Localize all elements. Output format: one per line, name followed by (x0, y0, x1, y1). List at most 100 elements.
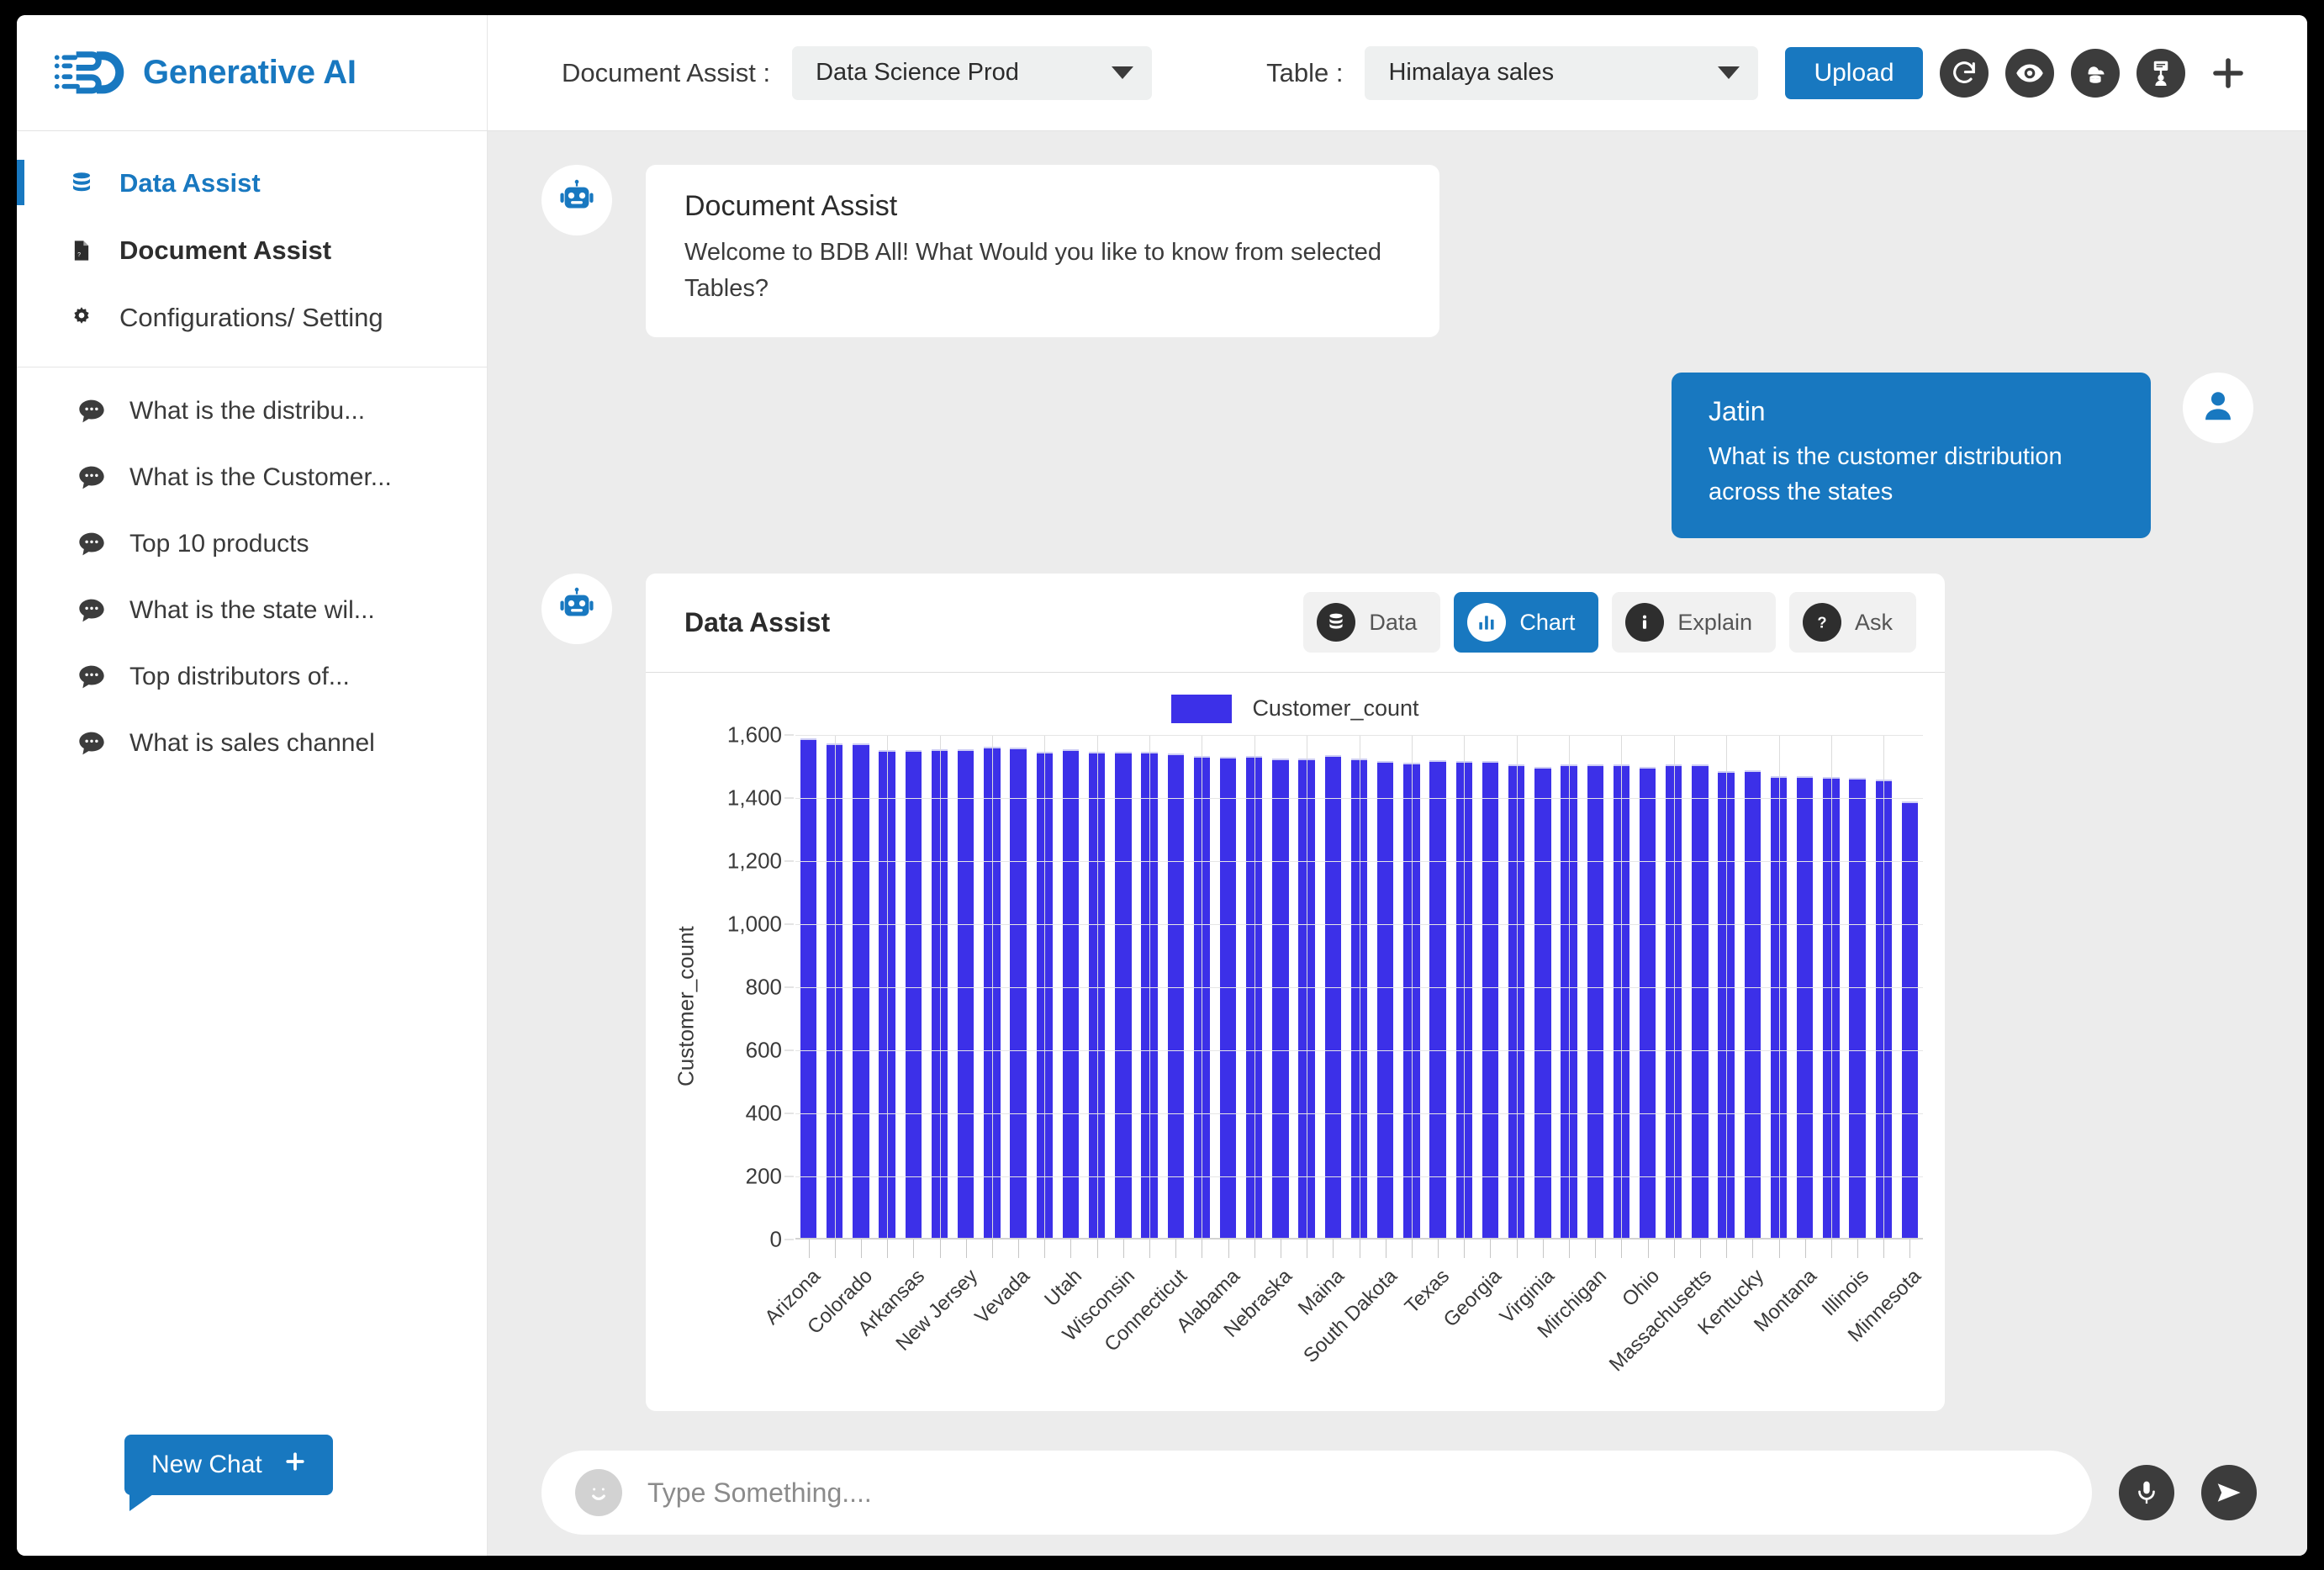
tab-ask[interactable]: ? Ask (1788, 592, 1916, 653)
bar[interactable] (1744, 770, 1761, 1238)
x-axis-tickmark (1490, 1239, 1492, 1258)
plot-area (795, 734, 1923, 1240)
bar[interactable] (1587, 764, 1603, 1238)
smiley-icon[interactable] (575, 1469, 622, 1516)
gridline (795, 797, 1923, 799)
y-axis-tick: 1,600 (726, 722, 795, 748)
bar-cell (1425, 735, 1451, 1238)
bar-cell (1346, 734, 1372, 1238)
bar-cell (1818, 734, 1844, 1238)
vertical-gridline (1673, 734, 1675, 1238)
bar[interactable] (1324, 754, 1341, 1238)
bar[interactable] (1115, 751, 1132, 1238)
list-item[interactable]: What is the Customer... (17, 444, 487, 510)
vertical-gridline (834, 734, 836, 1238)
upload-button[interactable]: Upload (1785, 46, 1923, 99)
tab-label: Chart (1519, 609, 1576, 635)
message-input-wrapper[interactable] (541, 1451, 2092, 1535)
bar[interactable] (1692, 764, 1709, 1238)
x-axis-tickmark (1122, 1239, 1124, 1258)
user-icon (2199, 386, 2237, 429)
chart-legend: Customer_count (668, 694, 1923, 723)
bar-cell (1241, 734, 1267, 1238)
sidebar-item-document-assist[interactable]: ? Document Assist (17, 217, 487, 284)
legend-swatch (1171, 694, 1233, 723)
refresh-icon[interactable] (1939, 48, 1989, 98)
body: Data Assist ? Document Assist Configurat… (17, 131, 2307, 1556)
sidebar-item-data-assist[interactable]: Data Assist (17, 150, 487, 217)
x-axis-tickmark (1516, 1239, 1518, 1258)
y-axis-tick: 800 (745, 974, 795, 1000)
vertical-gridline (1830, 734, 1832, 1238)
bot-message-card: Document Assist Welcome to BDB All! What… (646, 165, 1439, 337)
y-axis-tick: 200 (745, 1163, 795, 1189)
sidebar-item-label: Document Assist (119, 235, 332, 265)
x-axis-tickmark (1883, 1239, 1885, 1258)
list-item[interactable]: Top distributors of... (17, 643, 487, 710)
tab-explain[interactable]: Explain (1612, 592, 1776, 653)
chart-area: Customer_count Customer_count 0 200 400 600… (646, 673, 1945, 1411)
search-input[interactable] (647, 1477, 2058, 1509)
bar[interactable] (1219, 756, 1237, 1238)
data-assist-title: Data Assist (684, 606, 831, 637)
bar[interactable] (853, 743, 869, 1238)
plus-icon[interactable] (2204, 49, 2253, 98)
bar[interactable] (1377, 760, 1394, 1238)
x-axis-tickmark (1175, 1239, 1177, 1258)
bar[interactable] (1272, 759, 1289, 1238)
bar-cell (927, 734, 953, 1238)
bar[interactable] (1901, 801, 1919, 1238)
bar-cell (1294, 734, 1320, 1238)
bar[interactable] (1167, 753, 1184, 1238)
tab-chart[interactable]: Chart (1454, 592, 1599, 653)
vertical-gridline (991, 734, 993, 1238)
x-axis-tickmark (1254, 1239, 1255, 1258)
x-axis-tickmark (1464, 1239, 1466, 1258)
bar[interactable] (1534, 767, 1551, 1238)
list-item[interactable]: What is the state wil... (17, 577, 487, 643)
x-axis-tickmark (887, 1239, 889, 1258)
vertical-gridline (1883, 734, 1885, 1238)
bar-cell (979, 734, 1005, 1238)
x-axis-tickmark (1778, 1239, 1780, 1258)
chat-scroll[interactable]: Document Assist Welcome to BDB All! What… (488, 131, 2307, 1430)
list-item[interactable]: Top 10 products (17, 510, 487, 577)
bar[interactable] (1482, 760, 1499, 1238)
sidebar-nav: Data Assist ? Document Assist Configurat… (17, 131, 487, 776)
main-panel: Document Assist Welcome to BDB All! What… (488, 131, 2307, 1556)
avatar (2183, 372, 2253, 443)
cloud-database-icon[interactable] (2070, 48, 2120, 98)
sidebar-item-configurations[interactable]: Configurations/ Setting (17, 284, 487, 352)
bar[interactable] (1849, 778, 1866, 1238)
bar[interactable] (1797, 776, 1814, 1238)
new-chat-button[interactable]: New Chat (124, 1435, 333, 1511)
list-item[interactable]: What is sales channel (17, 710, 487, 776)
bar[interactable] (1639, 766, 1656, 1238)
bar-cell (1792, 735, 1818, 1238)
bar[interactable] (1062, 749, 1080, 1238)
bar[interactable] (1429, 760, 1446, 1238)
microphone-icon[interactable] (2119, 1465, 2174, 1520)
table-select[interactable]: Himalaya sales (1365, 45, 1759, 100)
x-axis-tickmark (860, 1239, 862, 1258)
x-axis-tickmark (1096, 1239, 1098, 1258)
vertical-gridline (939, 734, 941, 1238)
presentation-person-icon[interactable] (2136, 48, 2185, 98)
list-item[interactable]: What is the distribu... (17, 378, 487, 444)
bar-cell (1189, 734, 1215, 1238)
x-axis-tickmark (1647, 1239, 1649, 1258)
bar-cell (1320, 735, 1346, 1238)
bar-cell (1110, 735, 1136, 1238)
send-icon[interactable] (2201, 1465, 2257, 1520)
bar[interactable] (1010, 747, 1027, 1238)
bar[interactable] (958, 749, 974, 1238)
vertical-gridline (1149, 734, 1151, 1238)
x-axis-tickmark (1070, 1239, 1072, 1258)
eye-icon[interactable] (2004, 48, 2054, 98)
tab-data[interactable]: Data (1303, 592, 1441, 653)
chat-bubble-icon (77, 463, 106, 493)
bot-message-text: Welcome to BDB All! What Would you like … (684, 239, 1381, 302)
bot-avatar (541, 165, 612, 235)
bar[interactable] (905, 749, 922, 1238)
document-assist-select[interactable]: Data Science Prod (792, 45, 1153, 100)
